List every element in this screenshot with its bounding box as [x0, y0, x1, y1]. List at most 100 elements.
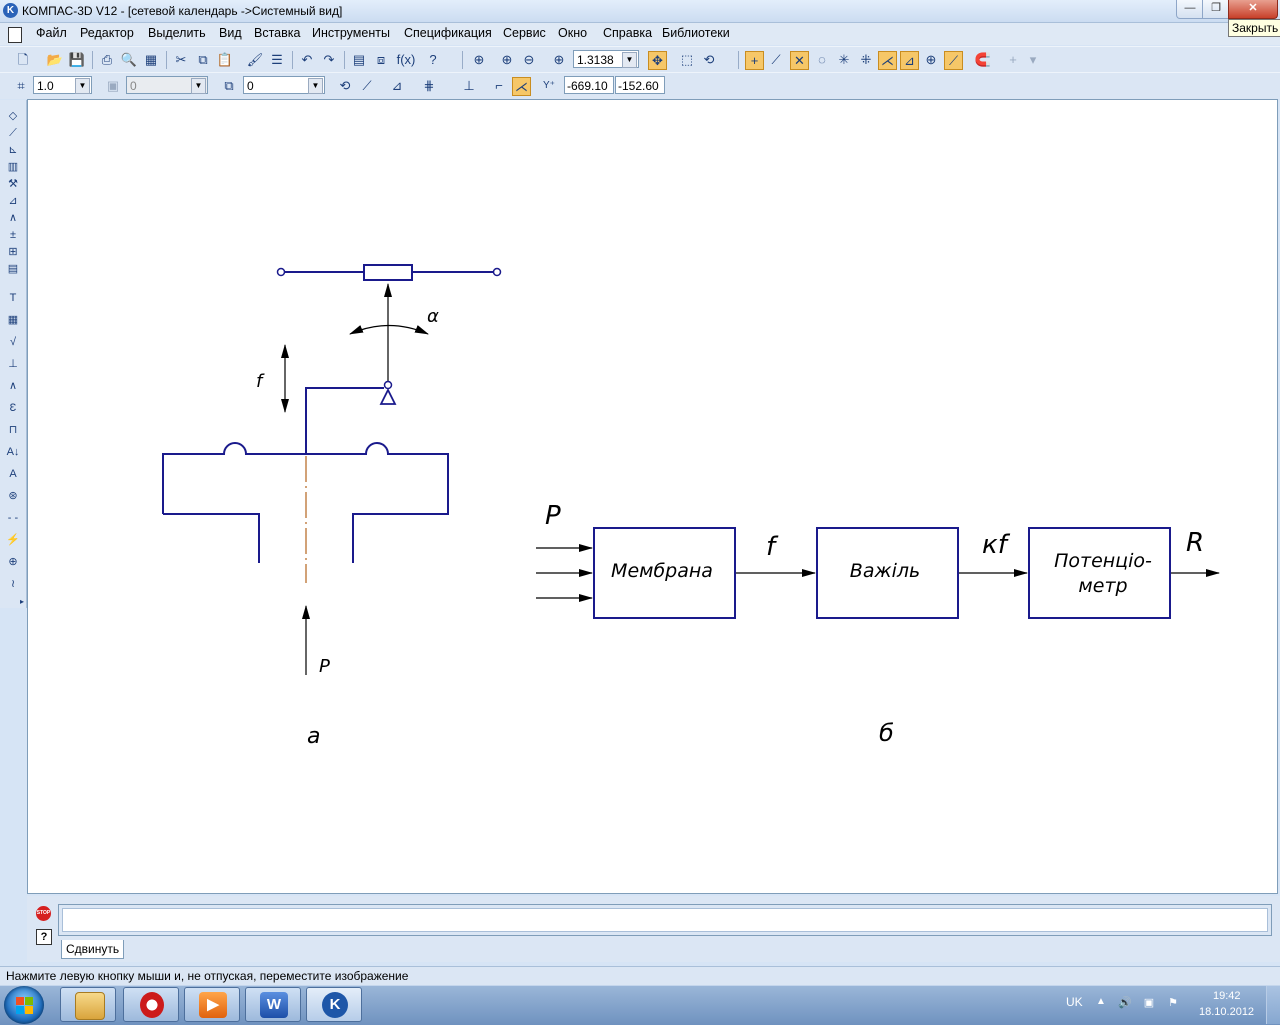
taskbar-media-player[interactable]: ▶: [184, 987, 240, 1022]
step-combo[interactable]: 1.0 ▼: [33, 76, 92, 94]
form-tolerance-icon[interactable]: Ɛ: [5, 400, 21, 416]
magnet-icon[interactable]: 🧲: [974, 51, 992, 69]
local-cs-icon[interactable]: ⟲: [336, 77, 354, 95]
snap-intersection-icon[interactable]: ✕: [790, 51, 809, 70]
spec-icon[interactable]: ⊞: [5, 244, 21, 260]
edit-icon[interactable]: ▥: [5, 159, 21, 175]
kompas-app-icon[interactable]: K: [3, 3, 18, 18]
format-brush-icon[interactable]: 🖌: [246, 51, 264, 69]
show-all-icon[interactable]: ⬚: [678, 51, 696, 69]
cursor-step-icon[interactable]: ⌗: [12, 77, 30, 95]
orthogonal-icon[interactable]: ⟋: [358, 77, 376, 95]
parametrization-icon[interactable]: ⚒: [5, 176, 21, 192]
manager-icon[interactable]: ▤: [350, 51, 368, 69]
zoom-scale-icon[interactable]: ⊕: [550, 51, 568, 69]
snap-toggle-icon[interactable]: ⋌: [512, 77, 531, 96]
document-icon[interactable]: [8, 27, 22, 43]
associative-views-icon[interactable]: ±: [5, 227, 21, 243]
menu-editor[interactable]: Редактор: [80, 26, 134, 40]
chevron-down-icon[interactable]: ▼: [622, 52, 637, 68]
dimensions-icon[interactable]: ⟋: [5, 125, 21, 141]
pan-icon[interactable]: ✥: [648, 51, 667, 70]
table-icon[interactable]: ▦: [5, 312, 21, 328]
layer-combo[interactable]: 0 ▼: [243, 76, 325, 94]
print-icon[interactable]: ⎙: [98, 51, 116, 69]
lightning-icon[interactable]: ⚡: [5, 532, 21, 548]
menu-select[interactable]: Выделить: [148, 26, 206, 40]
view-combo[interactable]: 0 ▼: [126, 76, 208, 94]
language-indicator[interactable]: UK: [1066, 995, 1083, 1009]
axis-line-icon[interactable]: ⊛: [5, 488, 21, 504]
measure-icon[interactable]: ⊿: [5, 193, 21, 209]
paste-icon[interactable]: 📋: [216, 51, 234, 69]
library-manager-icon[interactable]: ⧈: [372, 51, 390, 69]
variables-icon[interactable]: f(x): [394, 51, 418, 69]
geometry-icon[interactable]: ◇: [5, 108, 21, 124]
chevron-down-icon[interactable]: ▼: [75, 78, 90, 94]
undo-icon[interactable]: ↶: [298, 51, 316, 69]
snap-disabled-icon[interactable]: +: [1004, 51, 1022, 69]
coord-x-field[interactable]: -669.10: [564, 76, 614, 94]
coordinate-system-icon[interactable]: ⊥: [460, 77, 478, 95]
clock-time[interactable]: 19:42: [1213, 990, 1241, 1002]
menu-window[interactable]: Окно: [558, 26, 587, 40]
position-leader-icon[interactable]: A: [5, 466, 21, 482]
coord-y-field[interactable]: -152.60: [615, 76, 665, 94]
taskbar-explorer[interactable]: [60, 987, 116, 1022]
minimize-button[interactable]: —: [1176, 0, 1204, 19]
menu-service[interactable]: Сервис: [503, 26, 546, 40]
ortho-mode-icon[interactable]: ⌐: [490, 77, 508, 95]
snap-angle-icon[interactable]: ⋌: [878, 51, 897, 70]
zoom-in-icon[interactable]: ⊕: [498, 51, 516, 69]
text-icon[interactable]: T: [5, 290, 21, 306]
cut-line-icon[interactable]: ⊓: [5, 422, 21, 438]
menu-tools[interactable]: Инструменты: [312, 26, 390, 40]
zoom-window-icon[interactable]: ⊕: [470, 51, 488, 69]
network-icon[interactable]: ▣: [1142, 996, 1156, 1010]
close-button[interactable]: ✕: [1228, 0, 1278, 19]
print-preview-icon[interactable]: 🔍: [120, 51, 138, 69]
copy-icon[interactable]: ⧉: [194, 51, 212, 69]
menu-help[interactable]: Справка: [603, 26, 652, 40]
leader-icon[interactable]: ∧: [5, 378, 21, 394]
drawing-canvas[interactable]: [27, 99, 1278, 894]
center-mark-icon[interactable]: - -: [5, 510, 21, 526]
tray-chevron-up-icon[interactable]: ▲: [1096, 996, 1106, 1007]
snap-center-icon[interactable]: ⊕: [922, 51, 940, 69]
zoom-combo[interactable]: 1.3138 ▼: [573, 50, 639, 68]
view-arrow-icon[interactable]: A↓: [5, 444, 21, 460]
reports-icon[interactable]: ▤: [5, 261, 21, 277]
save-icon[interactable]: 💾: [68, 51, 86, 69]
snap-tangent-icon[interactable]: ◌: [813, 51, 831, 69]
volume-icon[interactable]: 🔊: [1118, 996, 1132, 1010]
stop-icon[interactable]: STOP: [36, 906, 51, 921]
roughness-icon[interactable]: √: [5, 334, 21, 350]
base-icon[interactable]: ⊥: [5, 356, 21, 372]
action-center-flag-icon[interactable]: ⚑: [1166, 996, 1180, 1010]
taskbar-word[interactable]: W: [245, 987, 301, 1022]
chevron-down-icon[interactable]: ▾: [1024, 51, 1042, 69]
refresh-icon[interactable]: ⟲: [700, 51, 718, 69]
chevron-down-icon[interactable]: ▼: [308, 78, 323, 94]
new-document-icon[interactable]: 🗋: [14, 51, 32, 69]
context-help-icon[interactable]: ?: [424, 51, 442, 69]
menu-view[interactable]: Вид: [219, 26, 242, 40]
maximize-button[interactable]: ❐: [1202, 0, 1230, 19]
menu-file[interactable]: Файл: [36, 26, 67, 40]
start-button[interactable]: [4, 986, 44, 1024]
menu-libraries[interactable]: Библиотеки: [662, 26, 730, 40]
show-desktop-button[interactable]: [1266, 986, 1280, 1024]
snap-point-on-curve-icon[interactable]: ⟋: [944, 51, 963, 70]
menu-insert[interactable]: Вставка: [254, 26, 300, 40]
taskbar-kompas[interactable]: K: [306, 987, 362, 1022]
snap-grid-icon[interactable]: ⁜: [857, 51, 875, 69]
select-icon[interactable]: ∧: [5, 210, 21, 226]
crosshair-icon[interactable]: ⊕: [5, 554, 21, 570]
cut-icon[interactable]: ✂: [172, 51, 190, 69]
redo-icon[interactable]: ↷: [320, 51, 338, 69]
open-icon[interactable]: 📂: [46, 51, 64, 69]
layers-icon[interactable]: ⧉: [220, 77, 238, 95]
format-icon[interactable]: ⊿: [388, 77, 406, 95]
properties-icon[interactable]: ▦: [142, 51, 160, 69]
snap-normal-icon[interactable]: ✳: [835, 51, 853, 69]
